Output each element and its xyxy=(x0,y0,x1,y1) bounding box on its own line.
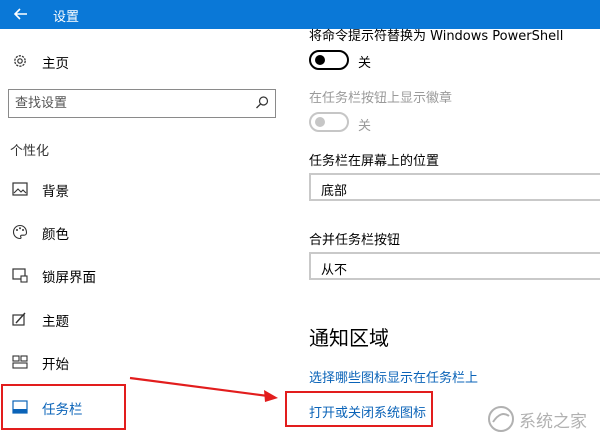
watermark-logo-icon xyxy=(488,406,514,432)
watermark: 系统之家 xyxy=(486,402,598,436)
annotation-arrow-icon xyxy=(129,376,278,402)
watermark-text: 系统之家 xyxy=(519,411,587,432)
